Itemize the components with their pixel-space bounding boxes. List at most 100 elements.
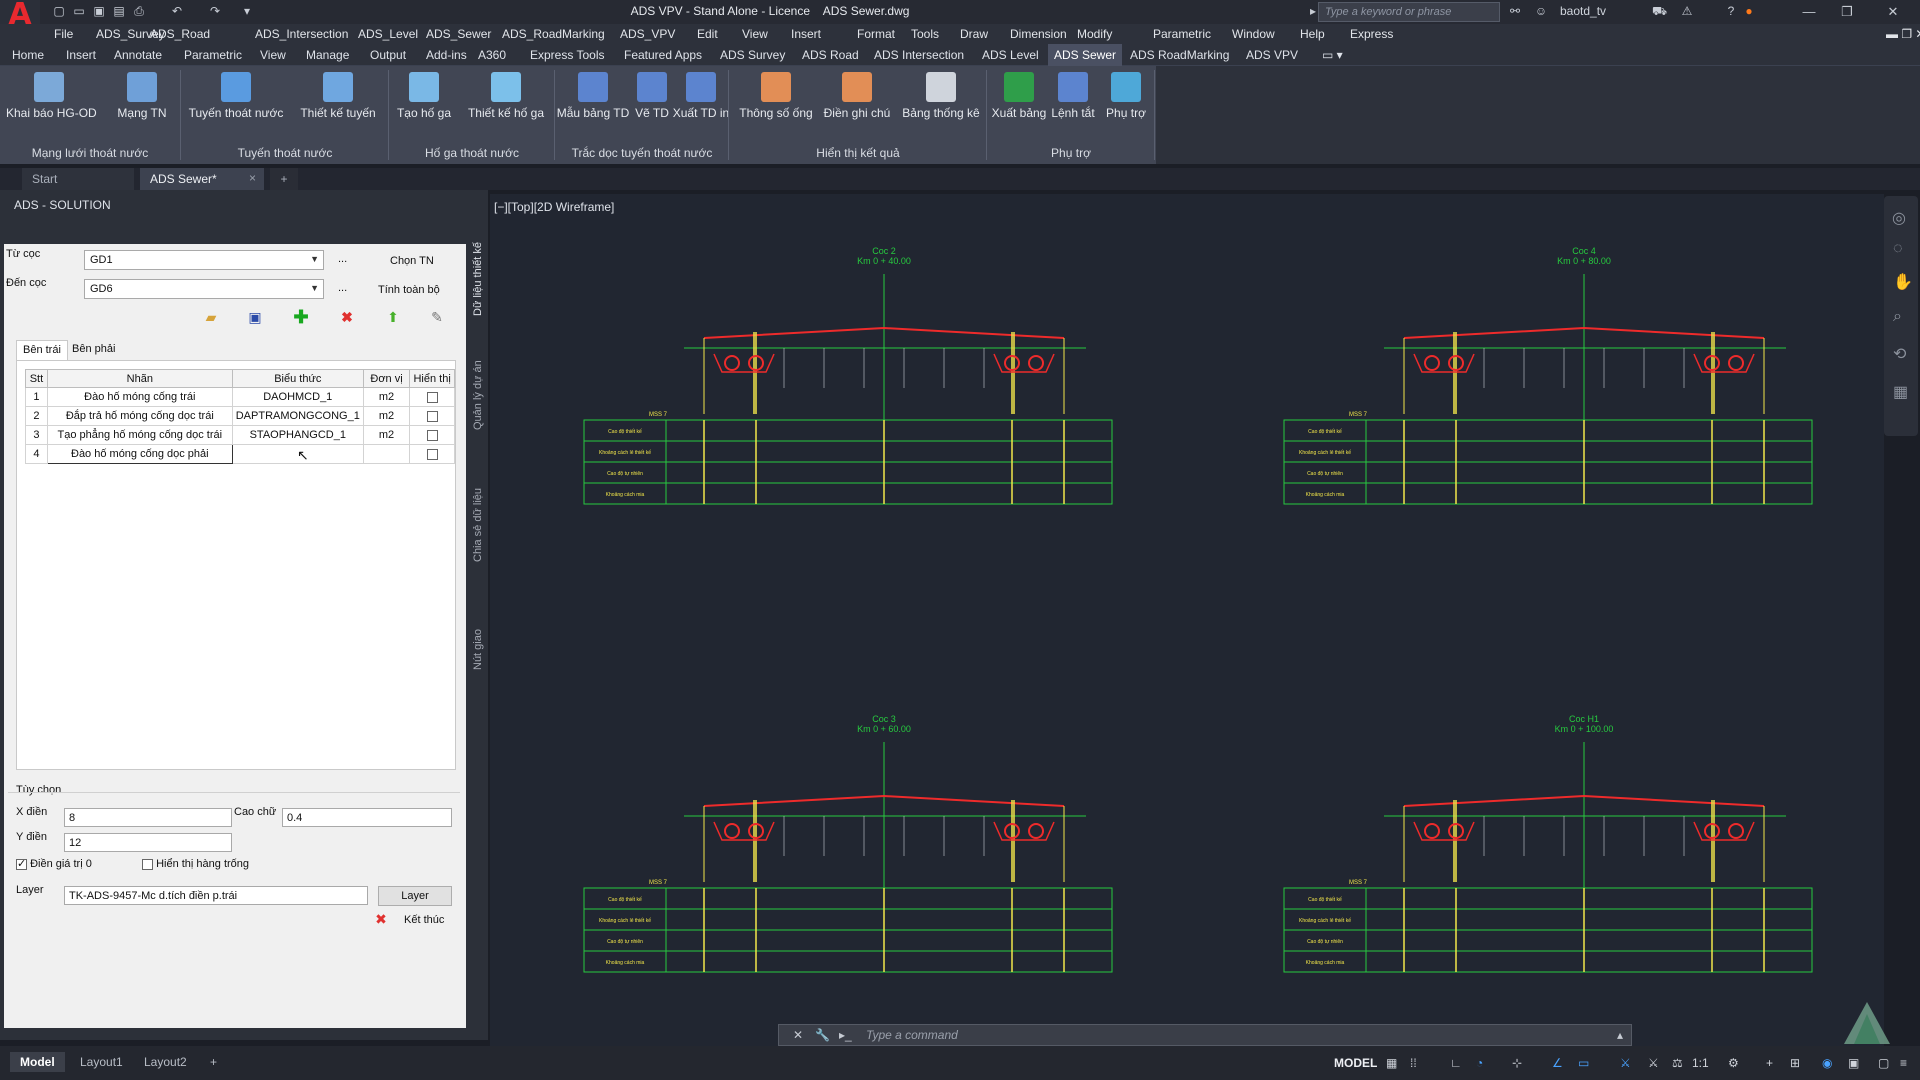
ribbon-button-6[interactable]: Thiết kế hố ga [466, 72, 546, 120]
tab-ben-trai[interactable]: Bên trái [16, 340, 68, 360]
ribbon-tab-featured-apps[interactable]: Featured Apps [624, 48, 702, 62]
steering-wheel-icon[interactable]: ◎ [1892, 208, 1906, 228]
close-icon[interactable]: ✕ [1876, 0, 1910, 24]
command-prompt-icon[interactable]: ▸_ [839, 1028, 852, 1042]
annotation-scale-icon[interactable]: ⚖ [1672, 1056, 1683, 1070]
polar-icon[interactable]: ◔ [1476, 1056, 1483, 1070]
tu-coc-browse-button[interactable]: ... [338, 253, 347, 265]
exit-icon[interactable]: ✖ [372, 910, 390, 928]
row-hien-thi[interactable] [409, 406, 455, 426]
hien-thi-hang-trong-checkbox[interactable] [142, 858, 153, 870]
menu-item-ads-sewer[interactable]: ADS_Sewer [426, 27, 491, 41]
ribbon-button-8[interactable]: Vẽ TD [634, 72, 670, 120]
menu-item-draw[interactable]: Draw [960, 27, 988, 41]
ribbon-tab-express-tools[interactable]: Express Tools [530, 48, 604, 62]
row-don-vi[interactable]: m2 [362, 406, 411, 426]
ribbon-button-2[interactable]: Mạng TN [112, 72, 172, 120]
lineweight-icon[interactable]: ▭ [1578, 1056, 1589, 1070]
edit-icon[interactable]: ✎ [428, 308, 446, 326]
ribbon-panel-title[interactable]: Mạng lưới thoát nước [0, 146, 180, 160]
save-icon[interactable]: ▣ [92, 4, 106, 18]
tab-layout1[interactable]: Layout1 [70, 1052, 133, 1072]
annotation-monitor-icon[interactable]: + [1766, 1056, 1773, 1070]
network-icon[interactable]: ⚠ [1680, 4, 1694, 18]
command-input[interactable]: Type a command [866, 1028, 958, 1042]
ribbon-button-12[interactable]: Bảng thống kê [900, 72, 982, 120]
save-icon[interactable]: ▣ [246, 308, 264, 326]
dien-gia-tri-0-option[interactable]: Điền giá trị 0 [16, 857, 92, 870]
table-row[interactable]: 1 Đào hố móng cống trái DAOHMCD_1 m2 [25, 387, 455, 407]
quick-access-dropdown-icon[interactable]: ▾ [240, 4, 254, 18]
row-hien-thi[interactable] [409, 425, 455, 445]
search-input[interactable]: Type a keyword or phrase [1318, 2, 1500, 22]
delete-row-icon[interactable]: ✖ [338, 308, 356, 326]
help-icon[interactable]: ? [1724, 4, 1738, 18]
menu-item-ads-road[interactable]: ADS_Road [150, 27, 210, 41]
snap-icon[interactable]: ⁞⁞ [1410, 1056, 1417, 1070]
tab-model[interactable]: Model [10, 1052, 65, 1072]
vtab-nut-giao[interactable]: Nút giao [472, 620, 486, 670]
customize-icon[interactable]: 🔧 [815, 1028, 830, 1042]
table-row[interactable]: 3 Tạo phẳng hố móng cống dọc trái STAOPH… [25, 425, 455, 445]
cao-chu-input[interactable]: 0.4 [282, 808, 452, 827]
show-checkbox[interactable] [426, 429, 438, 441]
ribbon-button-11[interactable]: Điền ghi chú [822, 72, 892, 120]
row-nhan[interactable]: Đắp trả hố móng cống dọc trái [46, 406, 233, 426]
ribbon-button-15[interactable]: Phụ trợ [1104, 72, 1148, 120]
ribbon-tab-manage[interactable]: Manage [306, 48, 349, 62]
workspace-gear-icon[interactable]: ⚙ [1728, 1056, 1739, 1070]
ribbon-panel-title[interactable]: Phụ trợ [988, 146, 1154, 160]
menu-item-ads-roadmarking[interactable]: ADS_RoadMarking [502, 27, 605, 41]
add-layout-icon[interactable]: + [200, 1052, 227, 1072]
menu-item-ads-intersection[interactable]: ADS_Intersection [255, 27, 348, 41]
show-checkbox[interactable] [426, 391, 438, 403]
binoculars-icon[interactable]: ⚯ [1508, 4, 1522, 18]
grid-icon[interactable]: ▦ [1386, 1056, 1397, 1070]
document-window-controls-icon[interactable]: ▬ ❐ ✕ [1886, 27, 1920, 41]
ribbon-tab-ads-road[interactable]: ADS Road [802, 48, 859, 62]
ribbon-tab-insert[interactable]: Insert [66, 48, 96, 62]
expand-search-icon[interactable]: ▸ [1310, 4, 1316, 18]
layer-button[interactable]: Layer [378, 886, 452, 906]
ribbon-tab-parametric[interactable]: Parametric [184, 48, 242, 62]
notification-dot-icon[interactable]: ● [1742, 4, 1756, 18]
x-dien-input[interactable]: 8 [64, 808, 232, 827]
customization-menu-icon[interactable]: ≡ [1900, 1056, 1907, 1070]
ribbon-button-1[interactable]: Khai báo HG-OD [6, 72, 97, 120]
clean-screen-icon[interactable]: ▢ [1878, 1056, 1889, 1070]
vtab-quan-ly-du-an[interactable]: Quản lý dự án [472, 350, 486, 430]
row-hien-thi[interactable] [409, 444, 455, 464]
pan-icon[interactable]: ✋ [1893, 272, 1913, 292]
menu-item-dimension[interactable]: Dimension [1010, 27, 1067, 41]
tab-layout2[interactable]: Layout2 [134, 1052, 197, 1072]
show-checkbox[interactable] [426, 410, 438, 422]
ribbon-tab-a360[interactable]: A360 [478, 48, 506, 62]
doc-tab-start[interactable]: Start [22, 168, 134, 190]
new-file-icon[interactable]: ▢ [52, 4, 66, 18]
add-row-icon[interactable]: ✚ [292, 308, 310, 326]
row-nhan-editing[interactable]: Đào hố móng cống dọc phải [46, 444, 233, 464]
row-hien-thi[interactable] [409, 387, 455, 407]
menu-item-edit[interactable]: Edit [697, 27, 718, 41]
drawing-canvas[interactable]: Coc 2 Km 0 + 40.00 Cao độ thiết kế Khoảng c… [490, 194, 1884, 1046]
row-bieu-thuc[interactable]: STAOPHANGCD_1 [231, 425, 364, 445]
units-icon[interactable]: ⊞ [1790, 1056, 1800, 1070]
vtab-chia-se-du-lieu[interactable]: Chia sẻ dữ liệu [472, 482, 486, 562]
ribbon-tab-add-ins[interactable]: Add-ins [426, 48, 467, 62]
ribbon-tab-ads-sewer[interactable]: ADS Sewer [1048, 44, 1123, 66]
ortho-icon[interactable]: ∟ [1450, 1056, 1462, 1070]
show-checkbox[interactable] [426, 448, 438, 460]
menu-item-help[interactable]: Help [1300, 27, 1325, 41]
menu-item-express[interactable]: Express [1350, 27, 1393, 41]
menu-item-view[interactable]: View [742, 27, 768, 41]
cart-icon[interactable]: ⛟ [1652, 4, 1667, 18]
minimize-icon[interactable]: — [1792, 0, 1826, 24]
ribbon-panel-title[interactable]: Hố ga thoát nước [390, 146, 554, 160]
ribbon-tab-ads-roadmarking[interactable]: ADS RoadMarking [1130, 48, 1229, 62]
menu-item-format[interactable]: Format [857, 27, 895, 41]
ribbon-tab-home[interactable]: Home [12, 48, 44, 62]
ribbon-panel-title[interactable]: Tuyến thoát nước [182, 146, 388, 160]
ribbon-tab-ads-level[interactable]: ADS Level [982, 48, 1039, 62]
isolate-objects-icon[interactable]: ◉ [1822, 1056, 1832, 1070]
menu-item-ads-level[interactable]: ADS_Level [358, 27, 418, 41]
